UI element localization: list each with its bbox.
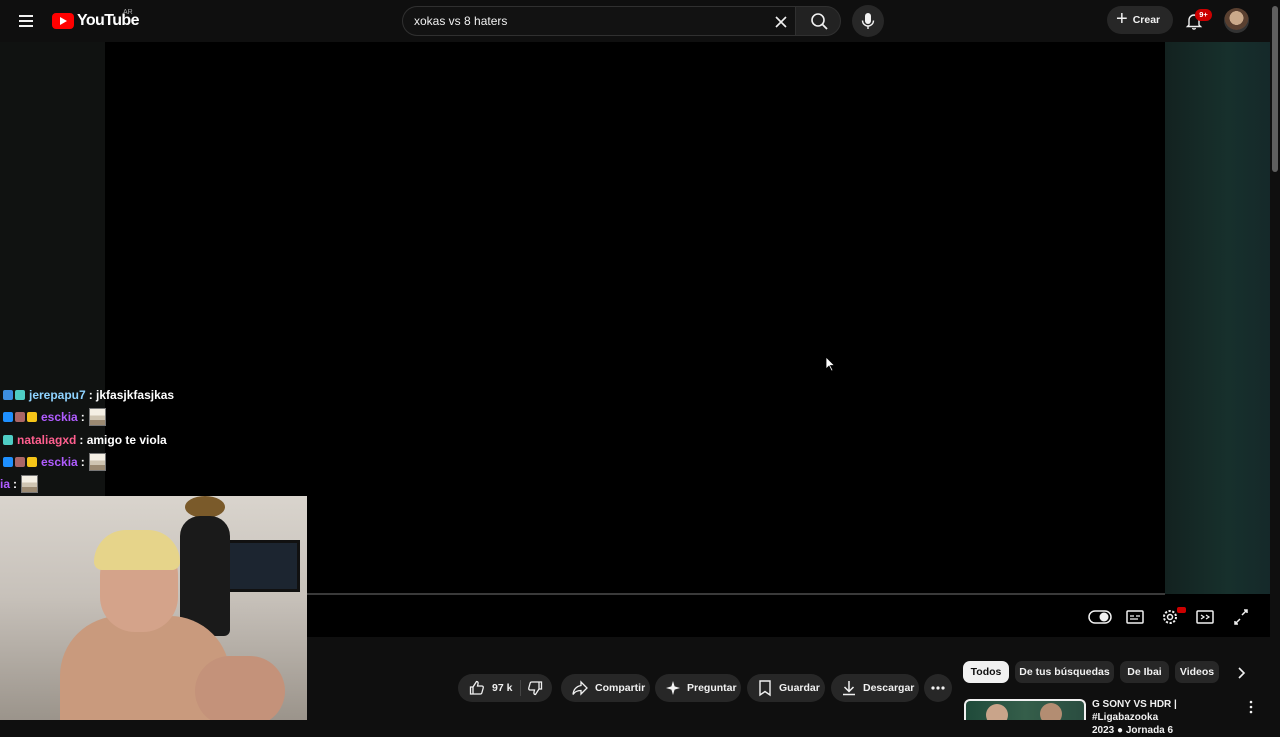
download-icon — [843, 681, 855, 696]
chat-badge-icon — [3, 390, 13, 400]
ask-button[interactable]: Preguntar — [655, 674, 741, 702]
like-count: 97 k — [492, 682, 513, 694]
search-icon — [811, 13, 828, 30]
autoplay-toggle-icon[interactable] — [1088, 606, 1112, 628]
chat-username: esckia — [41, 455, 78, 469]
bookmark-icon — [759, 680, 771, 697]
chat-badge-icon — [3, 412, 13, 422]
chat-username: ia — [0, 477, 11, 491]
chat-message-text: : — [13, 477, 18, 491]
reco-title-line2: 2023 ● Jornada 6 — [1092, 725, 1174, 736]
share-icon — [572, 680, 588, 696]
chat-username: jerepapu7 — [29, 388, 86, 402]
chat-message: ia: — [0, 473, 39, 495]
more-vertical-icon[interactable] — [1246, 700, 1256, 714]
chat-message-text: : — [80, 455, 85, 469]
chat-message-text: : — [80, 410, 85, 424]
scrollbar-thumb[interactable] — [1272, 6, 1278, 172]
more-actions-button[interactable] — [924, 674, 952, 702]
webcam-hat — [185, 496, 225, 518]
miniplayer-icon[interactable] — [1193, 606, 1217, 628]
create-label: Crear — [1132, 14, 1161, 26]
hd-badge — [1177, 607, 1186, 613]
fullscreen-icon[interactable] — [1229, 606, 1253, 628]
youtube-play-icon — [52, 13, 74, 29]
chat-badge-icon — [27, 457, 37, 467]
chat-emote-icon — [88, 408, 106, 426]
subtitles-icon[interactable] — [1123, 606, 1147, 628]
chat-message: esckia: — [3, 406, 106, 428]
avatar[interactable] — [1224, 8, 1249, 33]
chat-message: jerepapu7: jkfasjkfasjkas — [3, 384, 174, 406]
more-horizontal-icon — [931, 686, 945, 690]
sparkle-icon — [666, 681, 680, 695]
chat-message-text: : jkfasjkfasjkas — [88, 388, 175, 402]
chat-message: esckia: — [3, 451, 106, 473]
share-button[interactable]: Compartir — [561, 674, 650, 702]
streamer-webcam — [0, 496, 307, 720]
save-label: Guardar — [779, 682, 820, 694]
ask-label: Preguntar — [687, 682, 737, 694]
create-button[interactable]: + Crear — [1107, 6, 1173, 34]
top-bar: YouTube AR xokas vs 8 haters + Crear 9+ — [0, 0, 1270, 42]
chat-emote-icon — [21, 475, 39, 493]
stream-chat-overlay: jerepapu7: jkfasjkfasjkas esckia: nataliag… — [0, 384, 240, 496]
chat-message-text: : amigo te viola — [79, 433, 167, 447]
chat-badge-icon — [15, 457, 25, 467]
chat-badge-icon — [15, 390, 25, 400]
video-progress-bar[interactable] — [307, 593, 1165, 595]
chat-badge-icon — [15, 412, 25, 422]
chat-badge-icon — [27, 412, 37, 422]
like-button[interactable]: 97 k — [468, 679, 512, 697]
notification-badge: 9+ — [1195, 9, 1212, 21]
thumbs-up-icon — [469, 680, 484, 695]
recommended-video-thumbnail[interactable] — [964, 699, 1086, 720]
voice-search-button[interactable] — [852, 5, 884, 37]
chat-badge-icon — [3, 435, 13, 445]
microphone-icon — [861, 13, 875, 29]
chat-username: esckia — [41, 410, 78, 424]
plus-icon: + — [1116, 8, 1128, 30]
recommended-video-title[interactable]: G SONY VS HDR | #Ligabazooka 2023 ● Jorn… — [1092, 698, 1244, 737]
chip-de-ibai[interactable]: De Ibai — [1120, 661, 1169, 683]
webcam-monitor — [218, 540, 300, 592]
chip-de-tus-busquedas[interactable]: De tus búsquedas — [1015, 661, 1114, 683]
share-label: Compartir — [595, 682, 646, 694]
chat-emote-icon — [88, 453, 106, 471]
search-button[interactable] — [795, 6, 841, 36]
clear-search-icon[interactable] — [771, 12, 791, 32]
webcam-person-hair — [94, 530, 180, 570]
chat-badge-icon — [3, 457, 13, 467]
chevron-right-icon[interactable] — [1230, 662, 1252, 684]
mouse-cursor-icon — [825, 356, 835, 372]
thumbs-down-icon[interactable] — [526, 679, 544, 697]
country-code: AR — [123, 9, 133, 16]
chip-videos[interactable]: Videos — [1175, 661, 1219, 683]
menu-icon[interactable] — [14, 11, 38, 31]
reco-title-line1: G SONY VS HDR | #Ligabazooka — [1092, 699, 1177, 723]
search-field[interactable]: xokas vs 8 haters — [402, 6, 796, 36]
download-button[interactable]: Descargar — [831, 674, 919, 702]
like-divider — [520, 680, 521, 696]
stream-background-right — [1165, 42, 1270, 594]
chat-message: nataliagxd: amigo te viola — [3, 429, 167, 451]
webcam-person-arm — [195, 656, 285, 720]
chat-username: nataliagxd — [17, 433, 77, 447]
chip-todos[interactable]: Todos — [963, 661, 1009, 683]
search-input[interactable]: xokas vs 8 haters — [414, 14, 507, 28]
download-label: Descargar — [863, 682, 915, 694]
save-button[interactable]: Guardar — [747, 674, 825, 702]
